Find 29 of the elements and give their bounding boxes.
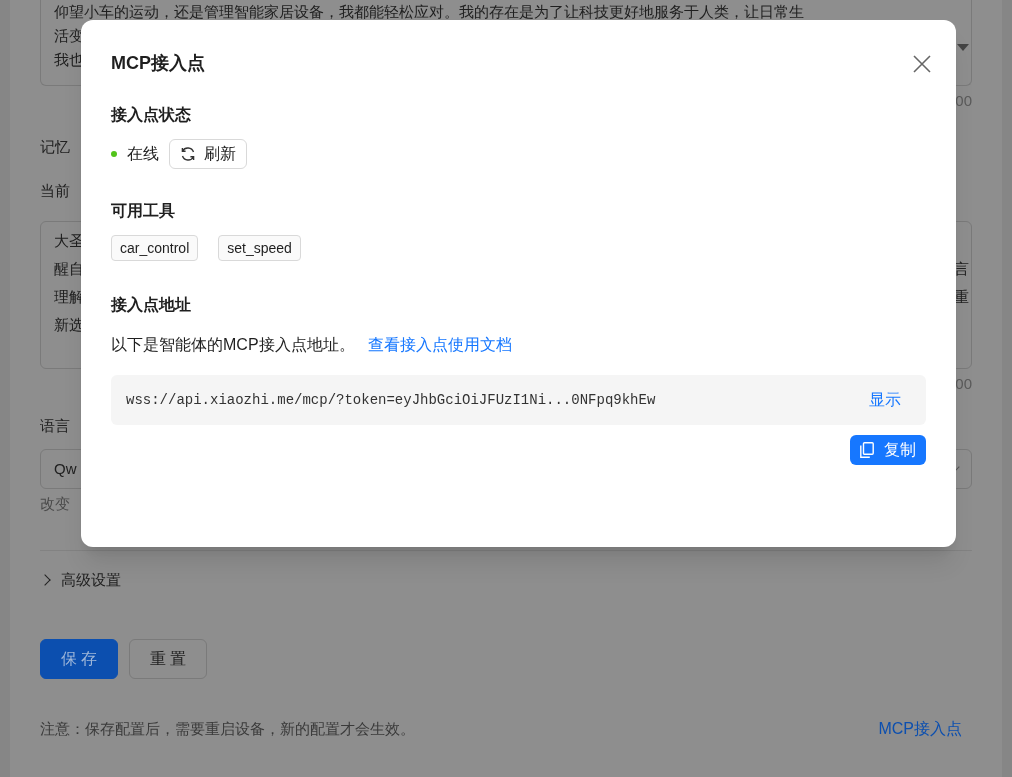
text-line: 仰望小车的运动，还是管理智能家居设备，我都能轻松应对。我的存在是为了让科技更好地服务于人类，让日常生 [54, 2, 804, 22]
form-label: 语言 [40, 416, 70, 436]
docs-link[interactable]: 查看接入点使用文档 [367, 333, 512, 357]
address-text: wss://api.xiaozhi.me/mcp/?token=eyJhbGciOiJFUzI1Ni...0NFpq9khEw [126, 390, 656, 410]
button[interactable]: 保 存 [40, 639, 118, 679]
tool-tag: set_speed [218, 235, 301, 261]
tool-tag: car_control [111, 235, 199, 261]
show-link[interactable]: 显示 [869, 388, 901, 412]
description-text: 以下是智能体的MCP接入点地址。 [111, 335, 355, 355]
section-heading: 接入点状态 [111, 105, 192, 125]
refresh-button[interactable]: 刷新 [169, 139, 247, 169]
section-heading: 接入点地址 [111, 295, 192, 315]
close-icon[interactable] [913, 54, 931, 73]
text-line: 重 [954, 287, 969, 307]
text-line: 醒自 [54, 259, 84, 279]
hint-text: 改变 [40, 494, 70, 514]
status-text: 在线 [127, 144, 159, 164]
mcp-link[interactable]: MCP接入点 [878, 717, 962, 741]
dialog-title: MCP接入点 [111, 52, 205, 75]
collapse-header[interactable]: 高级设置 [40, 565, 972, 595]
form-label: 当前 [40, 181, 70, 201]
section-heading: 可用工具 [111, 201, 176, 221]
button[interactable]: 重 置 [129, 639, 207, 679]
form-label: 记忆 [40, 137, 70, 157]
text-line: 言 [954, 259, 969, 279]
copy-icon [860, 442, 874, 458]
copy-button[interactable]: 复制 [850, 435, 926, 465]
refresh-icon [180, 146, 196, 162]
note-text: 注意：保存配置后，需要重启设备，新的配置才会生效。 [40, 718, 415, 739]
